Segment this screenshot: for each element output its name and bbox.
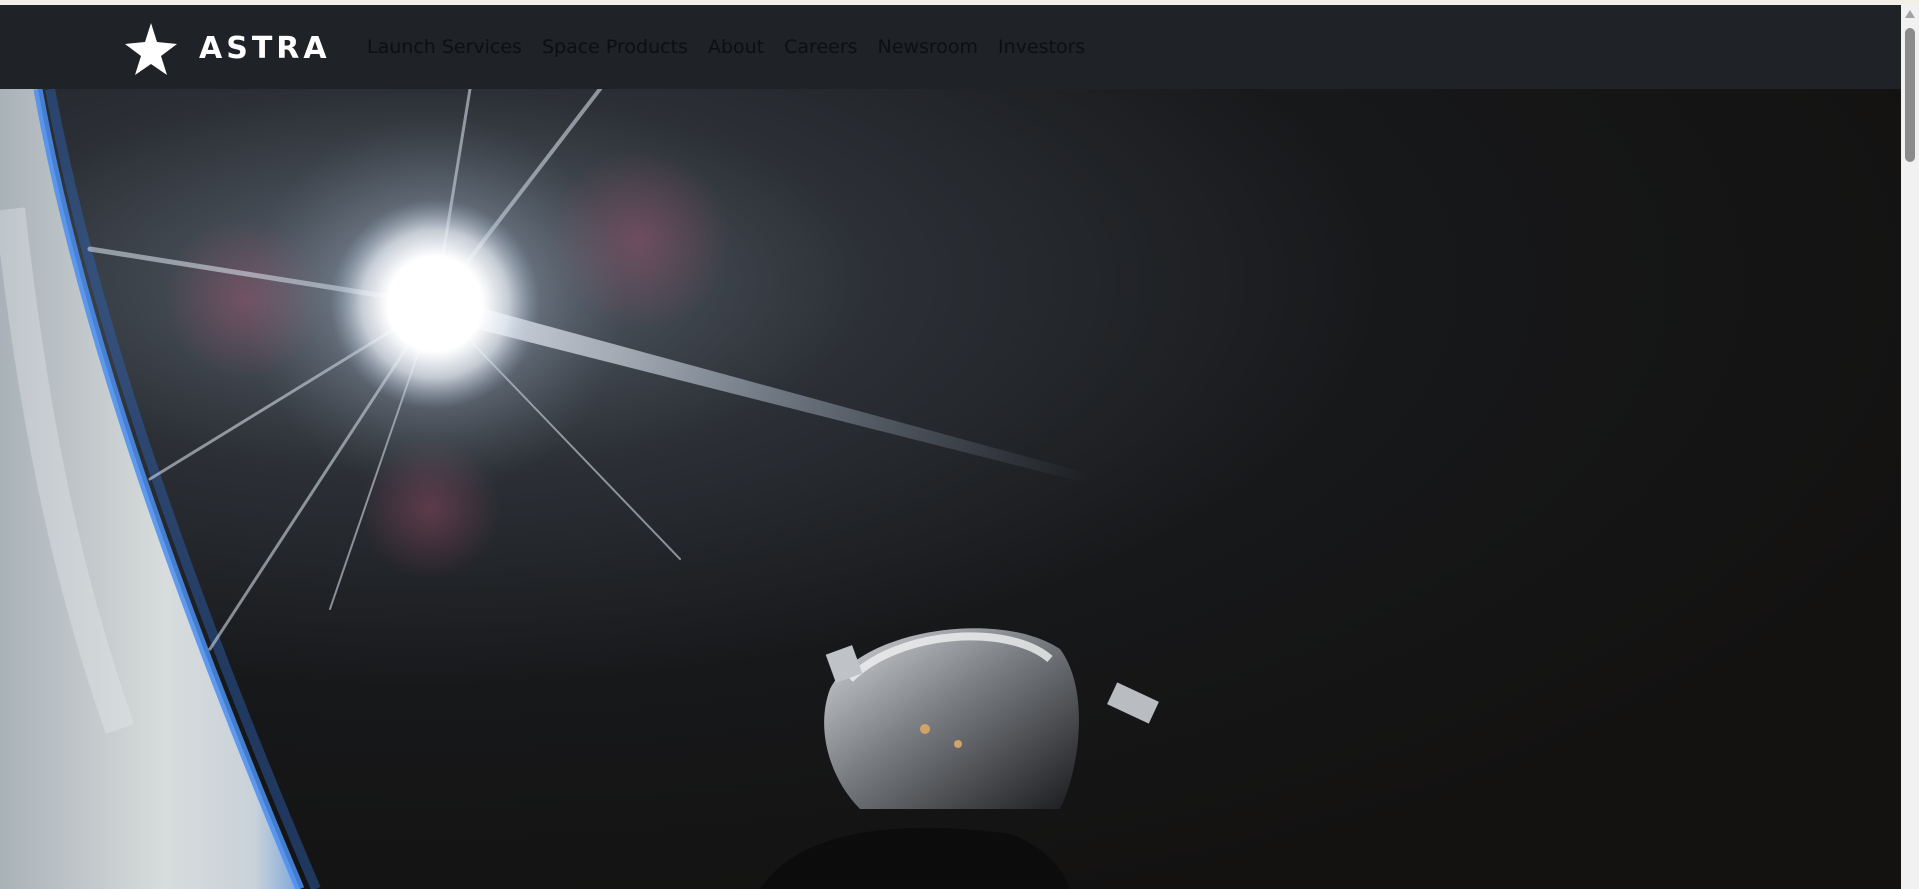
star-icon <box>123 21 179 77</box>
nav-launch-services[interactable]: Launch Services <box>367 36 522 58</box>
nav-space-products[interactable]: Space Products <box>542 36 688 58</box>
page-scrollbar[interactable] <box>1901 5 1919 889</box>
brand-logo-link[interactable]: ASTRA <box>123 21 331 77</box>
scroll-up-arrow-icon[interactable] <box>1905 10 1915 18</box>
page: ASTRA Launch Services Space Products Abo… <box>0 0 1919 889</box>
nav-newsroom[interactable]: Newsroom <box>878 36 979 58</box>
space-hero-image <box>0 89 1901 889</box>
main-nav: Launch Services Space Products About Car… <box>367 5 1085 89</box>
nav-careers[interactable]: Careers <box>784 36 857 58</box>
brand-name: ASTRA <box>199 31 331 66</box>
hero-video <box>0 89 1901 889</box>
site-header: ASTRA Launch Services Space Products Abo… <box>0 5 1901 89</box>
scroll-thumb[interactable] <box>1905 28 1915 162</box>
nav-about[interactable]: About <box>708 36 764 58</box>
nav-investors[interactable]: Investors <box>998 36 1085 58</box>
